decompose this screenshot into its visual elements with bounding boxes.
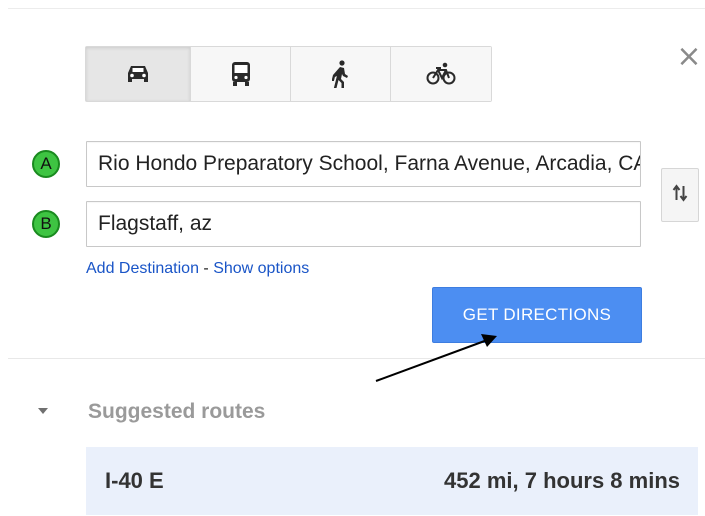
car-icon bbox=[126, 63, 150, 85]
bus-icon bbox=[230, 61, 252, 87]
destination-input[interactable]: Flagstaff, az bbox=[86, 201, 641, 247]
top-divider bbox=[8, 8, 705, 9]
travel-mode-driving-button[interactable] bbox=[86, 47, 191, 101]
links-separator: - bbox=[198, 260, 214, 277]
section-divider bbox=[8, 358, 705, 359]
route-distance-duration: 452 mi, 7 hours 8 mins bbox=[444, 468, 680, 493]
starting-point-input[interactable]: Rio Hondo Preparatory School, Farna Aven… bbox=[86, 141, 641, 187]
travel-mode-transit-button[interactable] bbox=[191, 47, 291, 101]
waypoint-b-marker: B bbox=[32, 210, 60, 238]
swap-waypoints-button[interactable] bbox=[661, 168, 699, 222]
waypoint-links-row: Add Destination - Show options bbox=[86, 260, 309, 278]
show-options-link[interactable]: Show options bbox=[213, 260, 309, 277]
travel-mode-bicycling-button[interactable] bbox=[391, 47, 491, 101]
route-name: I-40 E bbox=[105, 468, 164, 493]
travel-mode-selector bbox=[85, 46, 492, 102]
bicycle-icon bbox=[426, 62, 456, 86]
route-option[interactable]: I-40 E 452 mi, 7 hours 8 mins bbox=[86, 447, 698, 515]
walking-icon bbox=[331, 60, 350, 88]
get-directions-button[interactable]: GET DIRECTIONS bbox=[432, 287, 642, 343]
suggested-routes-title: Suggested routes bbox=[88, 400, 266, 423]
travel-mode-walking-button[interactable] bbox=[291, 47, 391, 101]
waypoint-a-marker: A bbox=[32, 150, 60, 178]
collapse-caret-icon[interactable] bbox=[38, 408, 48, 414]
add-destination-link[interactable]: Add Destination bbox=[86, 260, 199, 277]
swap-arrows-icon bbox=[672, 183, 688, 208]
close-icon[interactable]: × bbox=[676, 42, 702, 72]
